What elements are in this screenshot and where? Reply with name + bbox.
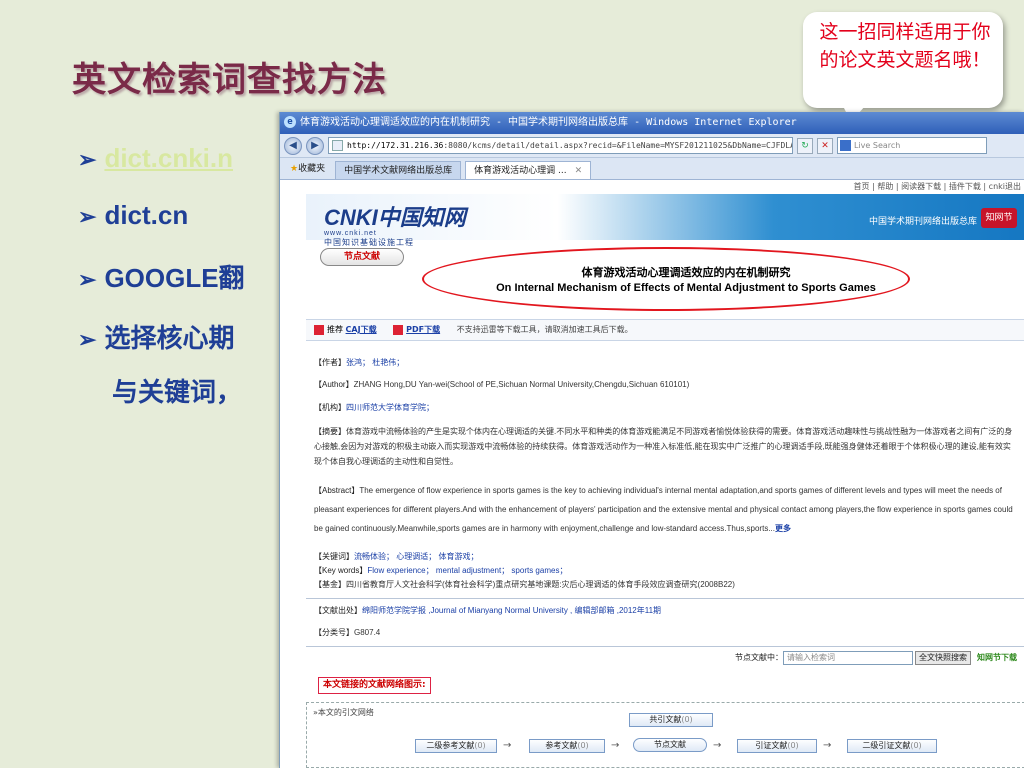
stop-icon[interactable]: ✕	[817, 137, 833, 154]
second-refs-node[interactable]: 二级参考文献(0)	[415, 739, 497, 753]
tab-cnki-home[interactable]: 中国学术文献网络出版总库	[335, 161, 462, 179]
page-icon	[332, 140, 343, 151]
keyword-links[interactable]: 流畅体验； 心理调适； 体育游戏；	[354, 552, 478, 561]
arrow-bullet-icon: ➢	[78, 147, 97, 172]
bullet-dict-cn: ➢ dict.cn	[78, 200, 188, 231]
second-citing-node[interactable]: 二级引证文献(0)	[847, 739, 937, 753]
bullet-text: GOOGLE翻	[104, 263, 245, 293]
close-tab-icon[interactable]: ✕	[575, 166, 583, 176]
keyword-links-en[interactable]: Flow experience； mental adjustment； spor…	[367, 566, 567, 575]
back-button[interactable]: ◀	[284, 136, 302, 155]
address-bar-row: ◀ ▶ http://172.31.216.36:8080/kcms/detai…	[280, 134, 1024, 158]
pdf-download-link[interactable]: PDF下载	[406, 325, 440, 334]
dict-cnki-link[interactable]: dict.cnki.n	[104, 143, 233, 173]
download-note: 不支持迅雷等下载工具，请取消加速工具后下载。	[456, 325, 633, 334]
browser-title-bar: e 体育游戏活动心理调适效应的内在机制研究 - 中国学术期刊网络出版总库 - Wi…	[280, 112, 1024, 134]
caj-download-link[interactable]: CAJ下载	[346, 325, 377, 334]
article-title-cn: 体育游戏活动心理调适效应的内在机制研究	[581, 266, 791, 279]
citation-network: »本文的引文网络 共引文献(0) 二级参考文献(0) → 参考文献(0) → 节…	[306, 702, 1024, 768]
live-search-icon	[840, 140, 851, 151]
publisher-badge: 知网节	[981, 208, 1017, 228]
pdf-icon	[393, 324, 404, 335]
citation-network-label: »本文的引文网络	[313, 708, 374, 717]
meta-abstract-en: 【Abstract】The emergence of flow experien…	[314, 486, 1013, 533]
cnki-banner: CNKI中国知网 www.cnki.net 中国知识基础设施工程 中国学术期刊网…	[306, 194, 1024, 247]
arrow-bullet-icon: ➢	[78, 267, 97, 292]
bullet-google: ➢ GOOGLE翻	[78, 258, 245, 295]
meta-keywords: 【关键词】流畅体验； 心理调适； 体育游戏；	[314, 552, 479, 561]
tab-article[interactable]: 体育游戏活动心理调 ... ✕	[465, 161, 592, 179]
meta-institution: 【机构】四川师范大学体育学院；	[314, 403, 434, 412]
author-links[interactable]: 张鸿； 杜艳伟；	[346, 358, 404, 367]
bullet-dict-cnki: ➢ dict.cnki.n	[78, 143, 233, 174]
slide-title: 英文检索词查找方法	[72, 60, 387, 100]
arrow-bullet-icon: ➢	[78, 327, 97, 352]
more-link[interactable]: 更多	[775, 524, 791, 533]
ie-logo-icon: e	[284, 116, 296, 128]
caj-icon	[314, 324, 324, 335]
window-title: 体育游戏活动心理调适效应的内在机制研究 - 中国学术期刊网络出版总库 - Win…	[300, 117, 797, 128]
bullet-core-journal-cont: 与关键词，	[112, 377, 243, 407]
meta-classification: 【分类号】G807.4	[314, 628, 381, 637]
know-next-download-link[interactable]: 知网节下载	[977, 653, 1017, 662]
node-search-input[interactable]: 请输入检索词	[783, 650, 913, 665]
callout-bubble: 这一招同样适用于你的论文英文题名哦！	[803, 12, 1003, 122]
star-icon: ★	[290, 164, 299, 174]
download-bar: 推荐 CAJ下载 PDF下载 不支持迅雷等下载工具，请取消加速工具后下载。	[306, 319, 1024, 341]
node-literature-node[interactable]: 节点文献	[633, 738, 707, 752]
article-title-en: On Internal Mechanism of Effects of Ment…	[496, 282, 876, 294]
meta-author: 【作者】张鸿； 杜艳伟；	[314, 358, 405, 367]
refresh-icon[interactable]: ↻	[797, 137, 813, 154]
meta-source: 【文献出处】绵阳师范学院学报 ,Journal of Mianyang Norm…	[314, 606, 662, 615]
tab-strip: ★收藏夹 中国学术文献网络出版总库 体育游戏活动心理调 ... ✕	[280, 158, 1024, 180]
bullet-text: dict.cn	[104, 200, 189, 230]
bullet-core-journal: ➢ 选择核心期	[78, 318, 234, 355]
meta-author-en: 【Author】ZHANG Hong,DU Yan-wei(School of …	[314, 380, 690, 389]
cnki-logo: CNKI中国知网 www.cnki.net 中国知识基础设施工程	[324, 205, 466, 247]
institution-link[interactable]: 四川师范大学体育学院；	[346, 403, 434, 412]
publisher-name: 中国学术期刊网络出版总库	[868, 217, 977, 227]
forward-button[interactable]: ▶	[306, 136, 324, 155]
refs-node[interactable]: 参考文献(0)	[529, 739, 605, 753]
divider	[306, 598, 1024, 599]
meta-keywords-en: 【Key words】Flow experience； mental adjus…	[314, 566, 568, 575]
arrow-right-icon: →	[823, 740, 832, 751]
meta-fund: 【基金】四川省教育厅人文社会科学(体育社会科学)重点研究基地课题:灾后心理调适的…	[314, 580, 735, 589]
source-link[interactable]: 绵阳师范学院学报 ,Journal of Mianyang Normal Uni…	[362, 606, 661, 615]
meta-abstract-cn: 【摘要】体育游戏中流畅体验的产生是实现个体内在心理调适的关键.不同水平和种类的体…	[314, 427, 1013, 466]
node-literature-tag: 节点文献	[320, 248, 404, 266]
network-title: 本文链接的文献网络图示:	[318, 677, 431, 694]
arrow-right-icon: →	[503, 740, 512, 751]
browser-window: e 体育游戏活动心理调适效应的内在机制研究 - 中国学术期刊网络出版总库 - Wi…	[279, 112, 1024, 768]
live-search-field[interactable]: Live Search	[837, 137, 987, 154]
common-cited-node[interactable]: 共引文献(0)	[629, 713, 713, 727]
snapshot-search-button[interactable]: 全文快照搜索	[915, 650, 971, 665]
node-search-row: 节点文献中： 请输入检索词 全文快照搜索 知网节下载	[735, 650, 1017, 666]
cnki-page: 首页 | 帮助 | 阅读器下载 | 插件下载 | cnki退出 CNKI中国知网…	[306, 180, 1024, 768]
bullet-text: 选择核心期	[104, 323, 235, 353]
citing-node[interactable]: 引证文献(0)	[737, 739, 817, 753]
divider	[306, 646, 1024, 647]
arrow-right-icon: →	[611, 740, 620, 751]
top-links[interactable]: 首页 | 帮助 | 阅读器下载 | 插件下载 | cnki退出	[306, 180, 1024, 194]
arrow-right-icon: →	[713, 740, 722, 751]
article-title: 体育游戏活动心理调适效应的内在机制研究 On Internal Mechanis…	[426, 264, 946, 294]
callout-text: 这一招同样适用于你的论文英文题名哦！	[819, 21, 991, 71]
favorites-button[interactable]: ★收藏夹	[284, 159, 331, 179]
arrow-bullet-icon: ➢	[78, 204, 97, 229]
address-field[interactable]: http://172.31.216.36:8080/kcms/detail/de…	[328, 137, 793, 154]
